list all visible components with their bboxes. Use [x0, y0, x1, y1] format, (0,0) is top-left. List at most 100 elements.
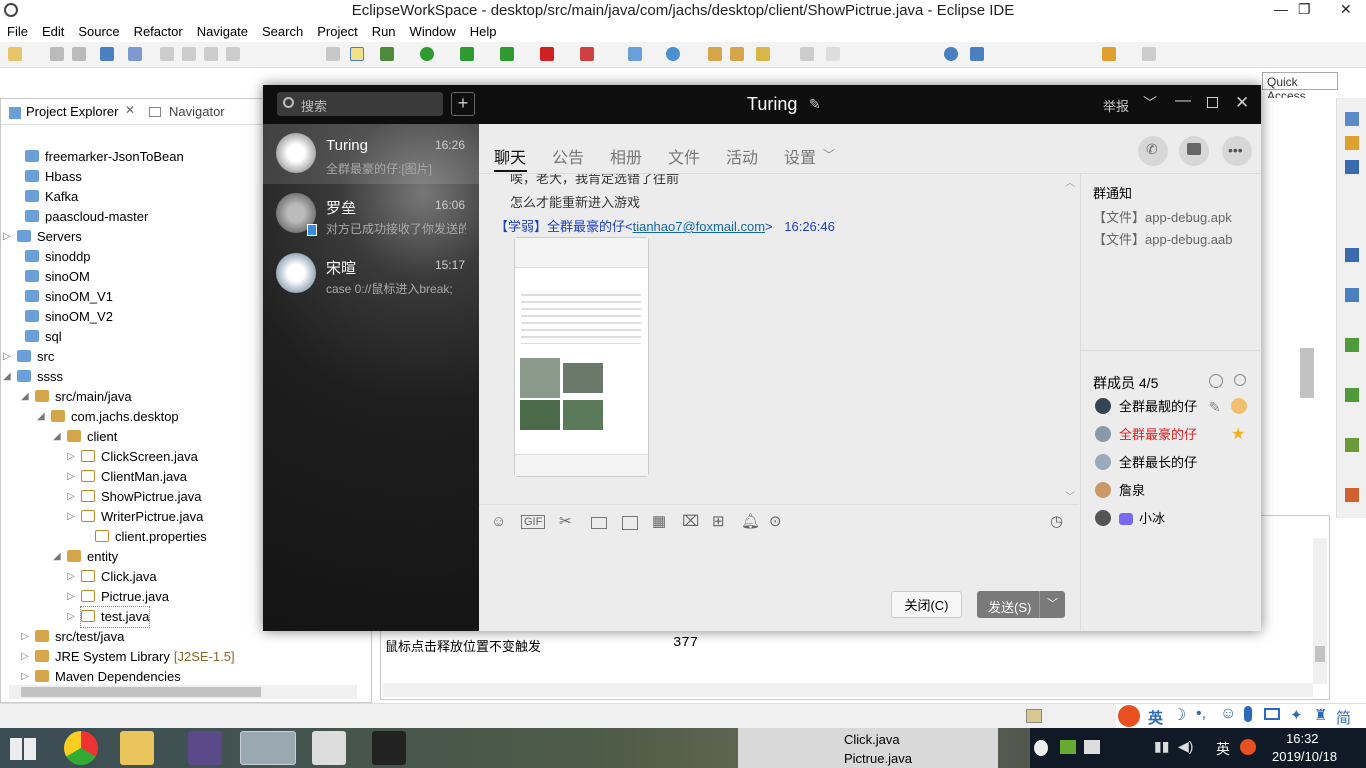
- tree-item[interactable]: ◢ client: [53, 427, 117, 447]
- emoji-icon[interactable]: ☺: [1220, 705, 1236, 723]
- explorer-hscrollbar[interactable]: [9, 685, 357, 699]
- tree-expanded-icon[interactable]: ◢: [53, 427, 61, 447]
- tray-network-icon[interactable]: ▮▮: [1154, 738, 1169, 755]
- menu-run[interactable]: Run: [365, 22, 403, 41]
- che-icon[interactable]: [372, 731, 406, 765]
- view-icon-8[interactable]: [1345, 438, 1359, 452]
- tray-nvidia-icon[interactable]: [1060, 740, 1076, 754]
- tray-qq-icon[interactable]: [1034, 740, 1048, 756]
- windows-start-icon[interactable]: [10, 738, 36, 760]
- file-explorer-icon[interactable]: [120, 731, 154, 765]
- view-icon-7[interactable]: [1345, 388, 1359, 402]
- preview-item-2[interactable]: Pictrue.java: [844, 751, 912, 766]
- more-tools-icon[interactable]: ⊙: [769, 512, 782, 530]
- tree-item[interactable]: freemarker-JsonToBean: [25, 147, 184, 167]
- search-icon[interactable]: [756, 47, 770, 61]
- view-icon-6[interactable]: [1345, 338, 1359, 352]
- collapse-down-icon[interactable]: ﹀: [1065, 488, 1075, 503]
- tree-item[interactable]: sinoOM_V2: [25, 307, 113, 327]
- close-tab-icon[interactable]: ✕: [125, 103, 135, 117]
- gif-icon[interactable]: GIF: [521, 515, 546, 529]
- new-class-icon[interactable]: [666, 47, 680, 61]
- tab-chat[interactable]: 聊天: [494, 144, 526, 168]
- mic-icon[interactable]: [1244, 706, 1252, 722]
- tree-item[interactable]: sql: [25, 327, 62, 347]
- toggle-mark-icon[interactable]: [326, 47, 340, 61]
- report-button[interactable]: 举报: [1103, 96, 1129, 115]
- tree-item[interactable]: ▷ JRE System Library [J2SE-1.5]: [21, 647, 235, 667]
- resume-icon[interactable]: [160, 47, 174, 61]
- menu-file[interactable]: File: [0, 22, 35, 41]
- tree-collapsed-icon[interactable]: ▷: [67, 567, 75, 587]
- send-options-chevron-icon[interactable]: ﹀: [1039, 591, 1065, 618]
- tab-navigator[interactable]: Navigator: [169, 104, 225, 119]
- emoji-icon[interactable]: ☺: [491, 513, 506, 530]
- tab-album[interactable]: 相册: [610, 144, 642, 168]
- tree-item[interactable]: ▷ Click.java: [67, 567, 157, 587]
- outline-scrollbar[interactable]: [1300, 348, 1314, 398]
- new-icon[interactable]: [8, 47, 22, 61]
- chevron-down-icon[interactable]: ﹀: [1143, 93, 1157, 113]
- tree-collapsed-icon[interactable]: ▷: [67, 587, 75, 607]
- run-icon[interactable]: [420, 47, 434, 61]
- view-icon-3[interactable]: [1345, 160, 1359, 174]
- tree-collapsed-icon[interactable]: ▷: [3, 227, 11, 247]
- archive-icon[interactable]: ⊞: [712, 512, 725, 530]
- qq-close-icon[interactable]: ✕: [1235, 93, 1249, 113]
- close-icon[interactable]: ✕: [1340, 1, 1352, 18]
- tree-collapsed-icon[interactable]: ▷: [67, 607, 75, 627]
- tree-collapsed-icon[interactable]: ▷: [3, 347, 11, 367]
- tree-collapsed-icon[interactable]: ▷: [21, 627, 29, 647]
- history-icon[interactable]: ◷: [1050, 512, 1063, 530]
- tab-settings[interactable]: 设置: [784, 144, 816, 168]
- tab-announcement[interactable]: 公告: [552, 144, 584, 168]
- tree-expanded-icon[interactable]: ◢: [53, 547, 61, 567]
- tree-item[interactable]: sinoOM: [25, 267, 90, 287]
- external-tools-icon[interactable]: [580, 47, 594, 61]
- sender-email-link[interactable]: tianhao7@foxmail.com: [633, 219, 765, 234]
- member-item[interactable]: 小冰: [1095, 508, 1165, 530]
- edit-title-icon[interactable]: ✎: [809, 96, 821, 113]
- settings-chevron-icon[interactable]: ﹀: [823, 146, 835, 163]
- keyboard-icon[interactable]: [1264, 708, 1280, 720]
- tree-collapsed-icon[interactable]: ▷: [21, 647, 29, 667]
- menu-window[interactable]: Window: [403, 22, 463, 41]
- punctuation-icon[interactable]: •,: [1196, 705, 1206, 723]
- quick-access-input[interactable]: Quick Access: [1262, 72, 1338, 103]
- tree-item[interactable]: ▷ Pictrue.java: [67, 587, 169, 607]
- console-icon[interactable]: [100, 47, 114, 61]
- tree-item[interactable]: ◢ entity: [53, 547, 118, 567]
- tree-expanded-icon[interactable]: ◢: [3, 367, 11, 387]
- tree-collapsed-icon[interactable]: ▷: [67, 507, 75, 527]
- open-task-icon[interactable]: [730, 47, 744, 61]
- scissors-icon[interactable]: ✂: [559, 512, 572, 530]
- moon-icon[interactable]: ☽: [1172, 705, 1186, 725]
- view-icon-5[interactable]: [1345, 288, 1359, 302]
- tab-project-explorer[interactable]: Project Explorer: [26, 104, 118, 119]
- conversation-item[interactable]: 宋暄 15:17 case 0://鼠标进入break;: [263, 244, 479, 304]
- tree-item[interactable]: ◢ src/main/java: [21, 387, 132, 407]
- step-icon[interactable]: [226, 47, 240, 61]
- stop-icon[interactable]: [540, 47, 554, 61]
- view-icon-9[interactable]: [1345, 488, 1359, 502]
- tree-item[interactable]: ▷ ShowPictrue.java: [67, 487, 201, 507]
- group-message-button[interactable]: [1179, 136, 1209, 166]
- menu-navigate[interactable]: Navigate: [190, 22, 255, 41]
- tree-expanded-icon[interactable]: ◢: [37, 407, 45, 427]
- save-all-icon[interactable]: [72, 47, 86, 61]
- search-box[interactable]: 搜索: [277, 92, 443, 116]
- tree-item[interactable]: client.properties: [95, 527, 207, 547]
- tray-display-icon[interactable]: [1084, 740, 1100, 754]
- view-icon-1[interactable]: [1345, 112, 1359, 126]
- menu-edit[interactable]: Edit: [35, 22, 71, 41]
- clock-time[interactable]: 16:32: [1286, 731, 1319, 746]
- member-item[interactable]: 全群最靓的仔: [1095, 396, 1197, 418]
- clock-date[interactable]: 2019/10/18: [1272, 749, 1337, 764]
- simplified-icon[interactable]: 简: [1336, 707, 1351, 728]
- tree-item[interactable]: ▷ ClickScreen.java: [67, 447, 198, 467]
- conversation-item[interactable]: Turing 16:26 全群最豪的仔:[图片]: [263, 124, 479, 184]
- tree-item[interactable]: Kafka: [25, 187, 78, 207]
- member-manage-icon[interactable]: [1209, 374, 1223, 388]
- coverage-icon[interactable]: [460, 47, 474, 61]
- tray-volume-icon[interactable]: ◀): [1178, 738, 1193, 755]
